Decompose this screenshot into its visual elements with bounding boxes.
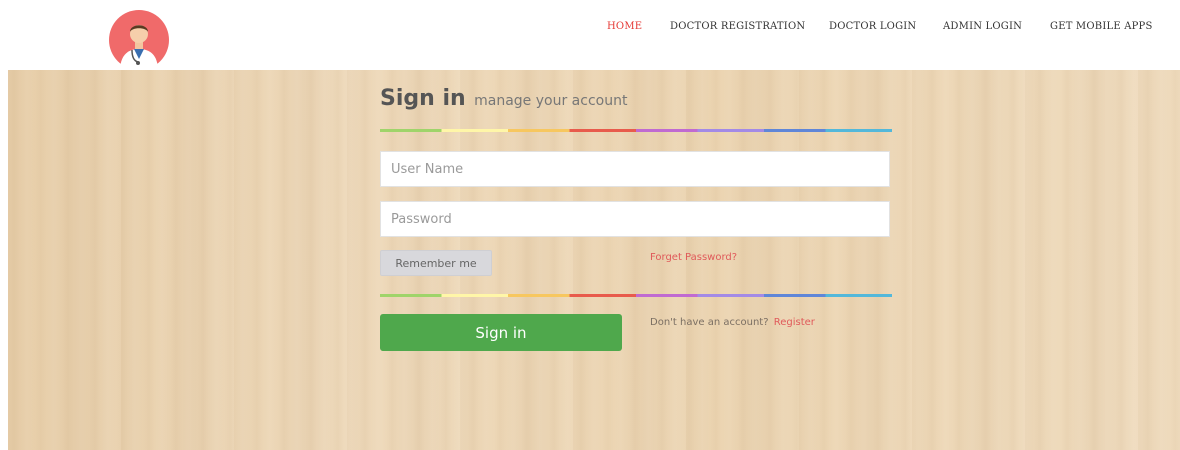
main-nav: HOME DOCTOR REGISTRATION DOCTOR LOGIN AD… (0, 21, 1180, 41)
signin-button[interactable]: Sign in (380, 314, 622, 351)
nav-admin-login[interactable]: ADMIN LOGIN (943, 21, 1022, 32)
username-input[interactable] (380, 151, 890, 187)
nav-doctor-login[interactable]: DOCTOR LOGIN (829, 21, 916, 32)
nav-doctor-registration[interactable]: DOCTOR REGISTRATION (670, 21, 805, 32)
no-account-text: Don't have an account? (650, 317, 769, 328)
rainbow-divider-bottom (380, 294, 892, 297)
nav-home[interactable]: HOME (607, 21, 642, 32)
signin-subtitle: manage your account (474, 93, 628, 109)
remember-me-button[interactable]: Remember me (380, 250, 492, 276)
rainbow-divider-top (380, 129, 892, 132)
register-link[interactable]: Register (774, 317, 815, 328)
nav-get-mobile-apps[interactable]: GET MOBILE APPS (1050, 21, 1153, 32)
site-header: HOME DOCTOR REGISTRATION DOCTOR LOGIN AD… (0, 0, 1180, 71)
password-input[interactable] (380, 201, 890, 237)
wood-background (8, 70, 1180, 450)
forget-password-link[interactable]: Forget Password? (650, 252, 737, 263)
signin-heading: Sign in manage your account (380, 86, 627, 111)
signin-title: Sign in (380, 86, 466, 111)
register-prompt: Don't have an account? Register (650, 317, 815, 328)
